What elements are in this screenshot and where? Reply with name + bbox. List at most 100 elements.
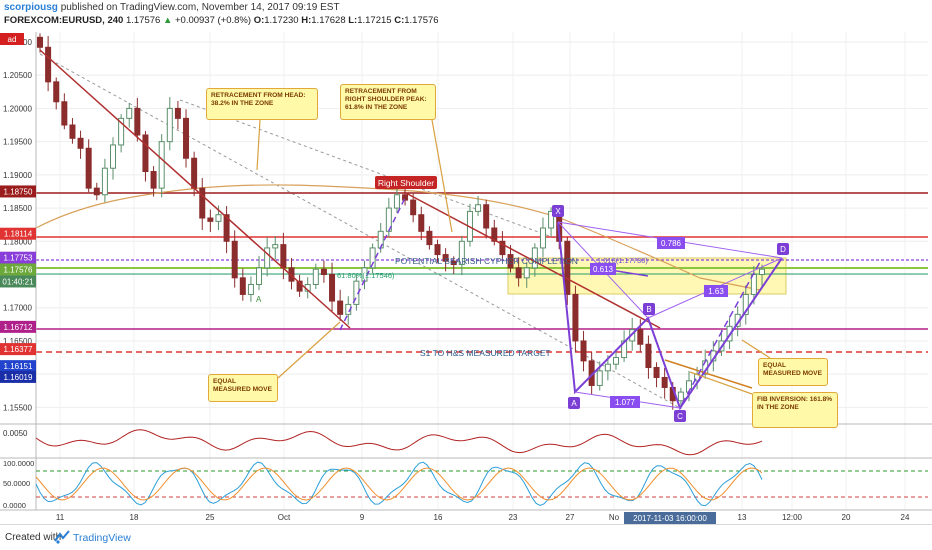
point-b-marker: B — [643, 303, 655, 315]
candle-body — [53, 81, 60, 103]
candle-body — [393, 194, 400, 209]
candle-body — [110, 144, 117, 169]
svg-text:1.63: 1.63 — [708, 287, 724, 296]
stoch-tick-50: 50.0000 — [3, 479, 30, 488]
point-c-marker: C — [674, 410, 686, 422]
time-cursor-badge: 2017-11-03 16:00:00 — [624, 512, 716, 524]
candle-body — [280, 244, 287, 269]
point-d-marker: D — [777, 243, 789, 255]
time-tick: 9 — [360, 513, 365, 522]
time-tick: 23 — [509, 513, 518, 522]
stoch-k-line — [35, 461, 763, 507]
candle-body — [539, 227, 546, 249]
time-tick: 11 — [56, 513, 65, 522]
svg-text:B: B — [646, 305, 651, 314]
price-badge-text: 1.17576 — [4, 265, 33, 274]
candle-body — [126, 107, 133, 119]
candle-body — [247, 283, 254, 295]
price-tick: 1.17000 — [3, 304, 32, 313]
candle-body — [101, 167, 108, 196]
price-badge-text: 1.16712 — [4, 323, 33, 332]
candle-body — [426, 230, 433, 246]
price-tick: 1.20500 — [3, 71, 32, 80]
candle-body — [329, 274, 336, 302]
candle-body — [320, 268, 327, 276]
price-axis[interactable]: 1.210001.205001.200001.195001.190001.185… — [3, 38, 32, 412]
svg-text:0.786: 0.786 — [661, 239, 682, 248]
candle-body — [637, 329, 644, 345]
ratio-1077-label: 1.077 — [610, 396, 640, 408]
price-badge-text: 1.18114 — [4, 230, 33, 239]
candle-body — [596, 370, 603, 386]
time-tick: 27 — [566, 513, 575, 522]
candle-body — [312, 268, 319, 285]
candle-body — [256, 267, 263, 285]
candle-body — [166, 107, 173, 143]
fib-1618-text: 1.618(1.17730) — [597, 256, 648, 265]
price-tick: 1.19500 — [3, 138, 32, 147]
small-marker-a: A — [256, 295, 262, 304]
stoch-tick-0: 0.0000 — [3, 501, 26, 510]
note-equal-move-1: EQUAL MEASURED MOVE — [208, 374, 278, 402]
svg-text:X: X — [555, 207, 561, 216]
svg-text:Right Shoulder: Right Shoulder — [378, 178, 434, 188]
candle-body — [239, 277, 246, 295]
eurusd-chart[interactable]: X A B C D 0.786 1.077 1.63 0.613 POTENTI… — [0, 0, 932, 524]
cypher-text: POTENTIAL BEARISH CYPHER COMPLETION — [395, 256, 578, 266]
time-tick: 12:00 — [782, 513, 803, 522]
stoch-tick-100: 100.0000 — [3, 459, 34, 468]
candle-body — [158, 141, 165, 189]
candle-body — [183, 117, 190, 159]
candle-body — [483, 204, 490, 229]
candle-body — [418, 214, 425, 232]
note-equal-move-2: EQUAL MEASURED MOVE — [758, 358, 828, 386]
tradingview-brand[interactable]: TradingView — [73, 532, 131, 544]
ratio-163-label: 1.63 — [704, 285, 728, 297]
svg-text:A: A — [571, 399, 577, 408]
tradingview-logo-icon[interactable] — [54, 530, 70, 544]
candle-body — [337, 300, 344, 315]
candle-body — [199, 187, 206, 219]
candle-body — [515, 267, 522, 279]
candle-body — [37, 36, 43, 48]
stoch-d-line — [35, 467, 763, 501]
candle-body — [410, 199, 417, 216]
time-tick: Oct — [278, 513, 291, 522]
candle-body — [77, 137, 84, 149]
price-badge-text: 01:40:21 — [2, 277, 34, 286]
candle-body — [231, 240, 238, 279]
price-badge-text: 1.16377 — [4, 345, 33, 354]
candle-body — [45, 46, 52, 83]
price-badges: 1.18750 1.18114 1.17753 1.17576 01:40:21 1.16… — [0, 185, 36, 383]
candle-body — [272, 244, 279, 249]
svg-text:D: D — [780, 245, 786, 254]
time-tick: 24 — [901, 513, 910, 522]
rsi-line — [35, 429, 763, 456]
time-tick: 16 — [434, 513, 443, 522]
candle-body — [61, 101, 68, 126]
candle-body — [564, 240, 571, 295]
candle-body — [215, 214, 222, 222]
price-badge-text: 1.16019 — [4, 373, 33, 382]
candle-body — [475, 204, 482, 212]
candle-body — [150, 171, 157, 189]
svg-text:2017-11-03 16:00:00: 2017-11-03 16:00:00 — [633, 514, 707, 523]
svg-text:ad: ad — [8, 35, 17, 44]
s1-target-text: S1 TO H&S MEASURED TARGET — [420, 348, 551, 358]
time-tick: 13 — [738, 513, 747, 522]
candle-body — [653, 367, 660, 378]
point-x-marker: X — [552, 205, 564, 217]
time-axis[interactable]: 11 18 25 Oct 9 16 23 27 No 13 12:00 20 24 — [56, 513, 910, 522]
created-with-text: Created with — [5, 532, 62, 543]
candle-body — [523, 267, 530, 279]
top-clip-badge: ad — [0, 33, 24, 45]
candle-body — [572, 293, 579, 342]
note-fib-inversion: FIB INVERSION: 161.8% IN THE ZONE — [752, 392, 838, 428]
time-tick: 18 — [130, 513, 139, 522]
ratio-0786-label: 0.786 — [657, 237, 685, 249]
price-badge-text: 1.18750 — [4, 187, 33, 196]
svg-text:0.613: 0.613 — [593, 265, 614, 274]
candle-body — [142, 134, 149, 173]
candle-body — [580, 340, 587, 362]
candle-body — [69, 124, 76, 139]
